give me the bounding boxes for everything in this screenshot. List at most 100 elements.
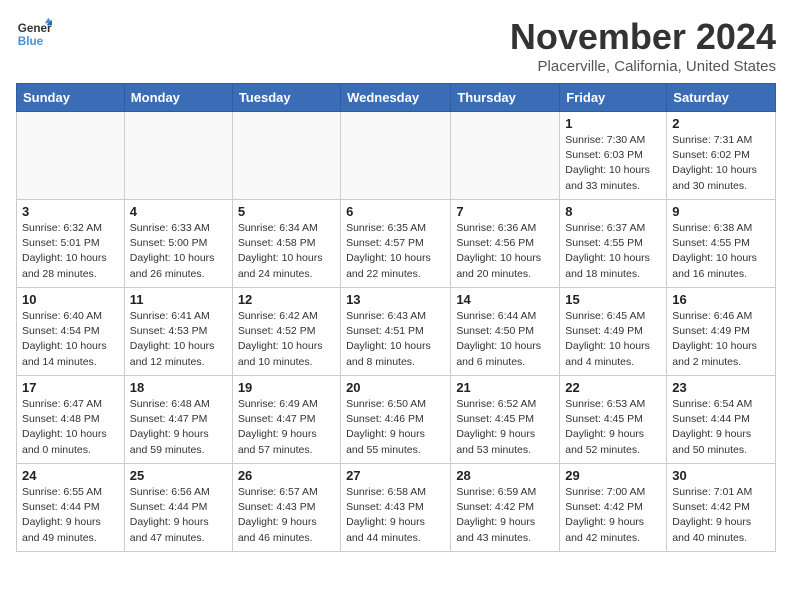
day-info: Sunrise: 6:52 AM Sunset: 4:45 PM Dayligh… [456, 397, 554, 458]
calendar-day-cell: 26 Sunrise: 6:57 AM Sunset: 4:43 PM Dayli… [232, 464, 340, 552]
day-number: 10 [22, 292, 119, 307]
day-number: 26 [238, 468, 335, 483]
svg-text:Blue: Blue [18, 35, 44, 48]
day-number: 24 [22, 468, 119, 483]
day-number: 18 [130, 380, 227, 395]
day-number: 20 [346, 380, 445, 395]
day-info: Sunrise: 6:46 AM Sunset: 4:49 PM Dayligh… [672, 309, 770, 370]
day-info: Sunrise: 6:50 AM Sunset: 4:46 PM Dayligh… [346, 397, 445, 458]
calendar-day-cell: 4Sunrise: 6:33 AM Sunset: 5:00 PM Daylig… [124, 200, 232, 288]
day-info: Sunrise: 6:43 AM Sunset: 4:51 PM Dayligh… [346, 309, 445, 370]
day-info: Sunrise: 6:35 AM Sunset: 4:57 PM Dayligh… [346, 221, 445, 282]
day-number: 11 [130, 292, 227, 307]
calendar-day-cell: 24Sunrise: 6:55 AM Sunset: 4:44 PM Dayli… [17, 464, 125, 552]
day-number: 8 [565, 204, 661, 219]
day-number: 7 [456, 204, 554, 219]
day-number: 29 [565, 468, 661, 483]
day-info: Sunrise: 7:30 AM Sunset: 6:03 PM Dayligh… [565, 133, 661, 194]
day-info: Sunrise: 6:58 AM Sunset: 4:43 PM Dayligh… [346, 485, 445, 546]
logo-icon: General Blue [16, 16, 52, 52]
calendar-day-cell: 22 Sunrise: 6:53 AM Sunset: 4:45 PM Dayli… [560, 376, 667, 464]
calendar-day-cell: 11 Sunrise: 6:41 AM Sunset: 4:53 PM Dayli… [124, 288, 232, 376]
month-title: November 2024 [510, 16, 776, 58]
weekday-header-cell: Friday [560, 84, 667, 112]
day-info: Sunrise: 6:41 AM Sunset: 4:53 PM Dayligh… [130, 309, 227, 370]
calendar-day-cell [17, 112, 125, 200]
calendar-week-row: 24Sunrise: 6:55 AM Sunset: 4:44 PM Dayli… [17, 464, 776, 552]
day-number: 30 [672, 468, 770, 483]
calendar-day-cell: 15 Sunrise: 6:45 AM Sunset: 4:49 PM Dayli… [560, 288, 667, 376]
day-number: 27 [346, 468, 445, 483]
day-info: Sunrise: 6:57 AM Sunset: 4:43 PM Dayligh… [238, 485, 335, 546]
svg-text:General: General [18, 22, 52, 35]
calendar-day-cell: 5 Sunrise: 6:34 AM Sunset: 4:58 PM Daylig… [232, 200, 340, 288]
calendar-day-cell: 10 Sunrise: 6:40 AM Sunset: 4:54 PM Dayli… [17, 288, 125, 376]
weekday-header-cell: Tuesday [232, 84, 340, 112]
day-number: 9 [672, 204, 770, 219]
calendar-day-cell: 12Sunrise: 6:42 AM Sunset: 4:52 PM Dayli… [232, 288, 340, 376]
day-number: 15 [565, 292, 661, 307]
calendar-body: 1 Sunrise: 7:30 AM Sunset: 6:03 PM Daylig… [17, 112, 776, 552]
weekday-header-row: SundayMondayTuesdayWednesdayThursdayFrid… [17, 84, 776, 112]
calendar-table: SundayMondayTuesdayWednesdayThursdayFrid… [16, 83, 776, 552]
day-info: Sunrise: 6:59 AM Sunset: 4:42 PM Dayligh… [456, 485, 554, 546]
calendar-day-cell: 27 Sunrise: 6:58 AM Sunset: 4:43 PM Dayli… [341, 464, 451, 552]
calendar-day-cell [451, 112, 560, 200]
calendar-day-cell: 28 Sunrise: 6:59 AM Sunset: 4:42 PM Dayli… [451, 464, 560, 552]
day-info: Sunrise: 6:38 AM Sunset: 4:55 PM Dayligh… [672, 221, 770, 282]
title-block: November 2024 Placerville, California, U… [510, 16, 776, 75]
day-info: Sunrise: 6:32 AM Sunset: 5:01 PM Dayligh… [22, 221, 119, 282]
day-info: Sunrise: 6:34 AM Sunset: 4:58 PM Dayligh… [238, 221, 335, 282]
day-number: 19 [238, 380, 335, 395]
day-info: Sunrise: 6:37 AM Sunset: 4:55 PM Dayligh… [565, 221, 661, 282]
day-number: 28 [456, 468, 554, 483]
day-info: Sunrise: 6:53 AM Sunset: 4:45 PM Dayligh… [565, 397, 661, 458]
calendar-week-row: 1 Sunrise: 7:30 AM Sunset: 6:03 PM Daylig… [17, 112, 776, 200]
weekday-header-cell: Sunday [17, 84, 125, 112]
day-info: Sunrise: 6:45 AM Sunset: 4:49 PM Dayligh… [565, 309, 661, 370]
calendar-day-cell: 25 Sunrise: 6:56 AM Sunset: 4:44 PM Dayli… [124, 464, 232, 552]
day-number: 2 [672, 116, 770, 131]
logo: General Blue [16, 16, 52, 52]
calendar-day-cell: 18 Sunrise: 6:48 AM Sunset: 4:47 PM Dayli… [124, 376, 232, 464]
weekday-header-cell: Saturday [667, 84, 776, 112]
calendar-day-cell: 30 Sunrise: 7:01 AM Sunset: 4:42 PM Dayli… [667, 464, 776, 552]
calendar-week-row: 3Sunrise: 6:32 AM Sunset: 5:01 PM Daylig… [17, 200, 776, 288]
day-info: Sunrise: 6:44 AM Sunset: 4:50 PM Dayligh… [456, 309, 554, 370]
day-number: 25 [130, 468, 227, 483]
day-info: Sunrise: 6:49 AM Sunset: 4:47 PM Dayligh… [238, 397, 335, 458]
location-subtitle: Placerville, California, United States [510, 58, 776, 75]
day-info: Sunrise: 6:33 AM Sunset: 5:00 PM Dayligh… [130, 221, 227, 282]
day-info: Sunrise: 6:56 AM Sunset: 4:44 PM Dayligh… [130, 485, 227, 546]
weekday-header-cell: Wednesday [341, 84, 451, 112]
day-number: 13 [346, 292, 445, 307]
calendar-day-cell [341, 112, 451, 200]
day-info: Sunrise: 6:40 AM Sunset: 4:54 PM Dayligh… [22, 309, 119, 370]
day-number: 22 [565, 380, 661, 395]
calendar-day-cell [124, 112, 232, 200]
day-info: Sunrise: 6:54 AM Sunset: 4:44 PM Dayligh… [672, 397, 770, 458]
calendar-day-cell: 2Sunrise: 7:31 AM Sunset: 6:02 PM Daylig… [667, 112, 776, 200]
calendar-day-cell: 21 Sunrise: 6:52 AM Sunset: 4:45 PM Dayli… [451, 376, 560, 464]
day-number: 23 [672, 380, 770, 395]
calendar-week-row: 17 Sunrise: 6:47 AM Sunset: 4:48 PM Dayli… [17, 376, 776, 464]
weekday-header-cell: Monday [124, 84, 232, 112]
day-info: Sunrise: 6:36 AM Sunset: 4:56 PM Dayligh… [456, 221, 554, 282]
day-info: Sunrise: 7:00 AM Sunset: 4:42 PM Dayligh… [565, 485, 661, 546]
day-number: 21 [456, 380, 554, 395]
calendar-day-cell: 17 Sunrise: 6:47 AM Sunset: 4:48 PM Dayli… [17, 376, 125, 464]
calendar-day-cell [232, 112, 340, 200]
day-info: Sunrise: 6:47 AM Sunset: 4:48 PM Dayligh… [22, 397, 119, 458]
calendar-week-row: 10 Sunrise: 6:40 AM Sunset: 4:54 PM Dayli… [17, 288, 776, 376]
calendar-day-cell: 29 Sunrise: 7:00 AM Sunset: 4:42 PM Dayli… [560, 464, 667, 552]
day-number: 1 [565, 116, 661, 131]
calendar-day-cell: 20 Sunrise: 6:50 AM Sunset: 4:46 PM Dayli… [341, 376, 451, 464]
day-info: Sunrise: 6:42 AM Sunset: 4:52 PM Dayligh… [238, 309, 335, 370]
calendar-day-cell: 1 Sunrise: 7:30 AM Sunset: 6:03 PM Daylig… [560, 112, 667, 200]
calendar-day-cell: 8 Sunrise: 6:37 AM Sunset: 4:55 PM Daylig… [560, 200, 667, 288]
day-number: 5 [238, 204, 335, 219]
calendar-day-cell: 3Sunrise: 6:32 AM Sunset: 5:01 PM Daylig… [17, 200, 125, 288]
day-info: Sunrise: 6:48 AM Sunset: 4:47 PM Dayligh… [130, 397, 227, 458]
day-info: Sunrise: 7:01 AM Sunset: 4:42 PM Dayligh… [672, 485, 770, 546]
day-number: 17 [22, 380, 119, 395]
